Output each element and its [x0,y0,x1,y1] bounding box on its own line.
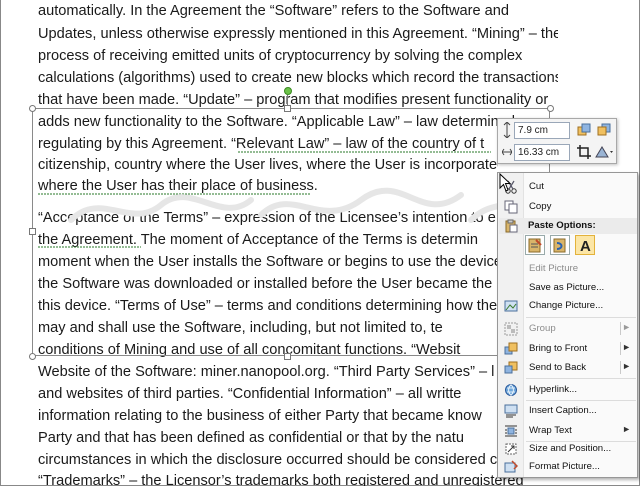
menu-item-label: Cut [529,181,544,192]
doc-line: automatically. In the Agreement the “Sof… [38,3,510,19]
bring-forward-icon[interactable] [576,122,592,138]
menu-item-label: Size and Position... [529,443,612,454]
submenu-arrow-icon: ► [622,322,631,332]
doc-line: calculations (algorithms) used to create… [38,70,558,86]
doc-line: process of receiving emitted units of cr… [38,48,523,64]
shape-height-field[interactable]: 7.9 cm [514,122,570,139]
paste-options-header: Paste Options: [499,218,637,234]
menu-item-label: Group [529,323,556,334]
doc-line: Party and that has been defined as confi… [38,430,464,446]
menu-item-send-to-back[interactable]: Send to Back ► [499,358,637,378]
bring-to-front-icon [504,342,518,355]
paste-options-label: Paste Options: [528,220,596,231]
menu-item-format-picture[interactable]: Format Picture... [499,457,637,477]
change-picture-icon [504,300,518,312]
resize-handle-bottom[interactable] [284,353,291,360]
shape-width-icon [502,148,512,156]
doc-line: Website of the Software: miner.nanopool.… [38,364,495,380]
menu-item-hyperlink[interactable]: Hyperlink... [499,380,637,400]
size-and-position-icon [505,443,517,455]
menu-item-label: Edit Picture [529,263,579,274]
shape-height-icon [503,122,511,138]
rotate-handle[interactable] [284,87,292,95]
menu-item-edit-picture: Edit Picture [499,259,637,279]
paste-icon [505,219,518,233]
menu-item-label: Hyperlink... [529,384,577,395]
selected-picture-frame[interactable] [32,108,550,356]
crop-icon[interactable] [576,144,592,160]
menu-item-group: Group ► [499,319,637,339]
resize-handle-top-right[interactable] [547,105,554,112]
menu-item-save-as-picture[interactable]: Save as Picture... [499,278,637,298]
submenu-arrow-icon[interactable]: ► [622,361,631,371]
insert-caption-icon [504,404,518,418]
menu-item-label: Save as Picture... [529,282,605,293]
menu-separator [526,317,636,318]
menu-item-cut[interactable]: Cut [499,177,637,197]
menu-item-insert-caption[interactable]: Insert Caption... [499,401,637,421]
menu-item-copy[interactable]: Copy [499,197,637,217]
menu-item-label: Copy [529,201,552,212]
send-backward-icon[interactable] [596,122,612,138]
menu-split-divider [620,322,621,335]
paste-keep-formatting-icon[interactable] [525,235,545,255]
shape-styles-icon[interactable] [594,144,614,160]
resize-handle-bottom-left[interactable] [29,353,36,360]
menu-split-divider [620,342,621,355]
mini-toolbar: 7.9 cm 16.33 cm [497,118,617,164]
menu-separator [526,378,636,379]
doc-line: and websites of third parties. “Confiden… [38,386,462,402]
mouse-cursor-icon [499,173,512,192]
context-menu: Cut Copy Paste Options: A Edit Picture S… [497,172,638,478]
submenu-arrow-icon[interactable]: ► [622,342,631,352]
svg-text:A: A [580,238,591,254]
wrap-text-icon [505,425,517,437]
menu-item-label: Format Picture... [529,461,600,472]
doc-line: “Trademarks” – the Licensor’s trademarks… [38,473,524,486]
doc-line: Updates, unless otherwise expressly ment… [38,26,558,42]
doc-line: information relating to the business of … [38,408,482,424]
menu-item-label: Insert Caption... [529,405,597,416]
hyperlink-icon [505,384,517,396]
shape-width-field[interactable]: 16.33 cm [514,144,570,161]
menu-item-label: Bring to Front [529,343,588,354]
menu-item-bring-to-front[interactable]: Bring to Front ► [499,339,637,359]
resize-handle-top-left[interactable] [29,105,36,112]
paste-merge-formatting-icon[interactable] [550,235,570,255]
paste-text-only-icon[interactable]: A [575,235,595,255]
resize-handle-left[interactable] [29,228,36,235]
menu-item-size-and-position[interactable]: Size and Position... [499,439,637,459]
menu-item-label: Change Picture... [529,300,604,311]
format-picture-icon [504,460,518,473]
menu-split-divider [620,361,621,374]
menu-item-change-picture[interactable]: Change Picture... [499,296,637,316]
doc-line: circumstances in which the disclosure oc… [38,452,498,468]
menu-item-label: Send to Back [529,362,587,373]
copy-icon [504,200,518,214]
group-icon [504,322,518,336]
submenu-arrow-icon: ► [622,424,631,434]
resize-handle-top[interactable] [284,105,291,112]
send-to-back-icon [504,361,518,374]
menu-item-wrap-text[interactable]: Wrap Text ► [499,421,637,441]
menu-item-label: Wrap Text [529,425,572,436]
